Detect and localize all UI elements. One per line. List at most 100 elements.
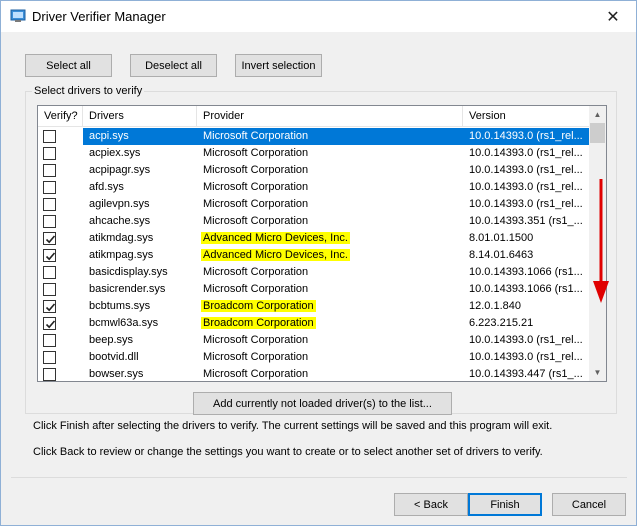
table-row[interactable]: atikmdag.sys Advanced Micro Devices, Inc.… [38, 230, 589, 247]
driver-name: acpiex.sys [89, 147, 141, 159]
provider-name: Advanced Micro Devices, Inc. [201, 232, 350, 244]
table-row[interactable]: bcmwl63a.sys Broadcom Corporation 6.223.21… [38, 315, 589, 332]
table-row[interactable]: ahcache.sys Microsoft Corporation 10.0.143… [38, 213, 589, 230]
verify-checkbox[interactable] [43, 232, 56, 245]
driver-name: bcmwl63a.sys [89, 317, 159, 329]
column-header-provider[interactable]: Provider [197, 106, 463, 127]
table-row[interactable]: afd.sys Microsoft Corporation 10.0.14393.0… [38, 179, 589, 196]
deselect-all-button[interactable]: Deselect all [130, 54, 217, 77]
verify-checkbox[interactable] [43, 147, 56, 160]
window-title: Driver Verifier Manager [32, 9, 166, 24]
verify-checkbox[interactable] [43, 130, 56, 143]
driver-name: ahcache.sys [89, 215, 151, 227]
driver-name: atikmpag.sys [89, 249, 154, 261]
verify-checkbox[interactable] [43, 334, 56, 347]
list-body: acpi.sys Microsoft Corporation 10.0.14393.… [38, 128, 589, 381]
verify-checkbox[interactable] [43, 249, 56, 262]
provider-cell: Broadcom Corporation [197, 298, 463, 315]
verify-cell [38, 196, 83, 213]
provider-cell: Microsoft Corporation [197, 264, 463, 281]
provider-cell: Microsoft Corporation [197, 349, 463, 366]
column-header-version[interactable]: Version [463, 106, 589, 127]
invert-selection-button[interactable]: Invert selection [235, 54, 322, 77]
table-row[interactable]: acpi.sys Microsoft Corporation 10.0.14393.… [38, 128, 589, 145]
driver-name: acpi.sys [83, 128, 197, 145]
table-row[interactable]: basicrender.sys Microsoft Corporation 10.0… [38, 281, 589, 298]
verify-checkbox[interactable] [43, 351, 56, 364]
table-row[interactable]: bootvid.dll Microsoft Corporation 10.0.143… [38, 349, 589, 366]
version-cell: 10.0.14393.0 (rs1_rel... [469, 351, 583, 363]
provider-cell: Advanced Micro Devices, Inc. [197, 230, 463, 247]
back-instruction-text: Click Back to review or change the setti… [33, 446, 543, 458]
chevron-up-icon[interactable]: ▲ [589, 106, 606, 123]
title-bar: Driver Verifier Manager ✕ [1, 1, 636, 32]
driver-list[interactable]: Verify? Drivers Provider Version acpi.sy… [37, 105, 607, 382]
table-row[interactable]: acpiex.sys Microsoft Corporation 10.0.1439… [38, 145, 589, 162]
provider-name: Microsoft Corporation [203, 164, 309, 176]
verify-checkbox[interactable] [43, 266, 56, 279]
verify-cell [38, 366, 83, 381]
check-icon [45, 252, 56, 261]
verify-checkbox[interactable] [43, 300, 56, 313]
table-row[interactable]: atikmpag.sys Advanced Micro Devices, Inc.… [38, 247, 589, 264]
provider-name: Microsoft Corporation [203, 130, 309, 142]
provider-cell: Broadcom Corporation [197, 315, 463, 332]
provider-name: Microsoft Corporation [203, 266, 309, 278]
column-header-verify[interactable]: Verify? [38, 106, 83, 127]
provider-cell: Microsoft Corporation [197, 179, 463, 196]
verify-checkbox[interactable] [43, 215, 56, 228]
table-row[interactable]: acpipagr.sys Microsoft Corporation 10.0.14… [38, 162, 589, 179]
table-row[interactable]: beep.sys Microsoft Corporation 10.0.14393.… [38, 332, 589, 349]
verify-cell [38, 128, 83, 145]
version-cell: 10.0.14393.0 (rs1_rel... [469, 147, 583, 159]
verify-checkbox[interactable] [43, 181, 56, 194]
chevron-down-icon[interactable]: ▼ [589, 364, 606, 381]
version-cell: 8.14.01.6463 [469, 249, 534, 261]
version-cell: 10.0.14393.0 (rs1_rel... [469, 164, 583, 176]
provider-cell: Microsoft Corporation [197, 366, 463, 381]
version-cell: 10.0.14393.0 (rs1_rel... [469, 198, 583, 210]
verify-checkbox[interactable] [43, 198, 56, 211]
table-row[interactable]: agilevpn.sys Microsoft Corporation 10.0.14… [38, 196, 589, 213]
verify-cell [38, 332, 83, 349]
provider-name: Microsoft Corporation [203, 368, 309, 380]
provider-cell: Microsoft Corporation [197, 162, 463, 179]
add-not-loaded-drivers-button[interactable]: Add currently not loaded driver(s) to th… [193, 392, 452, 415]
driver-name: basicrender.sys [89, 283, 166, 295]
version-cell: 10.0.14393.447 (rs1_... [469, 368, 583, 380]
provider-name: Microsoft Corporation [203, 215, 309, 227]
select-all-button[interactable]: Select all [25, 54, 112, 77]
verify-cell [38, 281, 83, 298]
scrollbar-thumb[interactable] [590, 123, 605, 143]
verify-cell [38, 162, 83, 179]
verify-checkbox[interactable] [43, 368, 56, 381]
verify-checkbox[interactable] [43, 283, 56, 296]
finish-button[interactable]: Finish [468, 493, 542, 516]
verify-cell [38, 247, 83, 264]
provider-name: Microsoft Corporation [203, 351, 309, 363]
column-header-drivers[interactable]: Drivers [83, 106, 197, 127]
group-label: Select drivers to verify [32, 85, 145, 97]
table-row[interactable]: bowser.sys Microsoft Corporation 10.0.1439… [38, 366, 589, 381]
verify-cell [38, 349, 83, 366]
check-icon [45, 320, 56, 329]
version-cell: 8.01.01.1500 [469, 232, 534, 244]
driver-name: beep.sys [89, 334, 134, 346]
driver-name: bowser.sys [89, 368, 144, 380]
check-icon [45, 235, 56, 244]
driver-name: bootvid.dll [89, 351, 139, 363]
verify-cell [38, 230, 83, 247]
verify-checkbox[interactable] [43, 317, 56, 330]
separator [11, 477, 627, 478]
version-cell: 12.0.1.840 [469, 300, 521, 312]
cancel-button[interactable]: Cancel [552, 493, 626, 516]
verify-checkbox[interactable] [43, 164, 56, 177]
provider-name: Microsoft Corporation [203, 334, 309, 346]
table-row[interactable]: basicdisplay.sys Microsoft Corporation 10.… [38, 264, 589, 281]
provider-cell: Microsoft Corporation [197, 145, 463, 162]
verify-cell [38, 179, 83, 196]
table-row[interactable]: bcbtums.sys Broadcom Corporation 12.0.1.84… [38, 298, 589, 315]
back-button[interactable]: < Back [394, 493, 468, 516]
close-button[interactable]: ✕ [590, 1, 636, 32]
provider-cell: Advanced Micro Devices, Inc. [197, 247, 463, 264]
